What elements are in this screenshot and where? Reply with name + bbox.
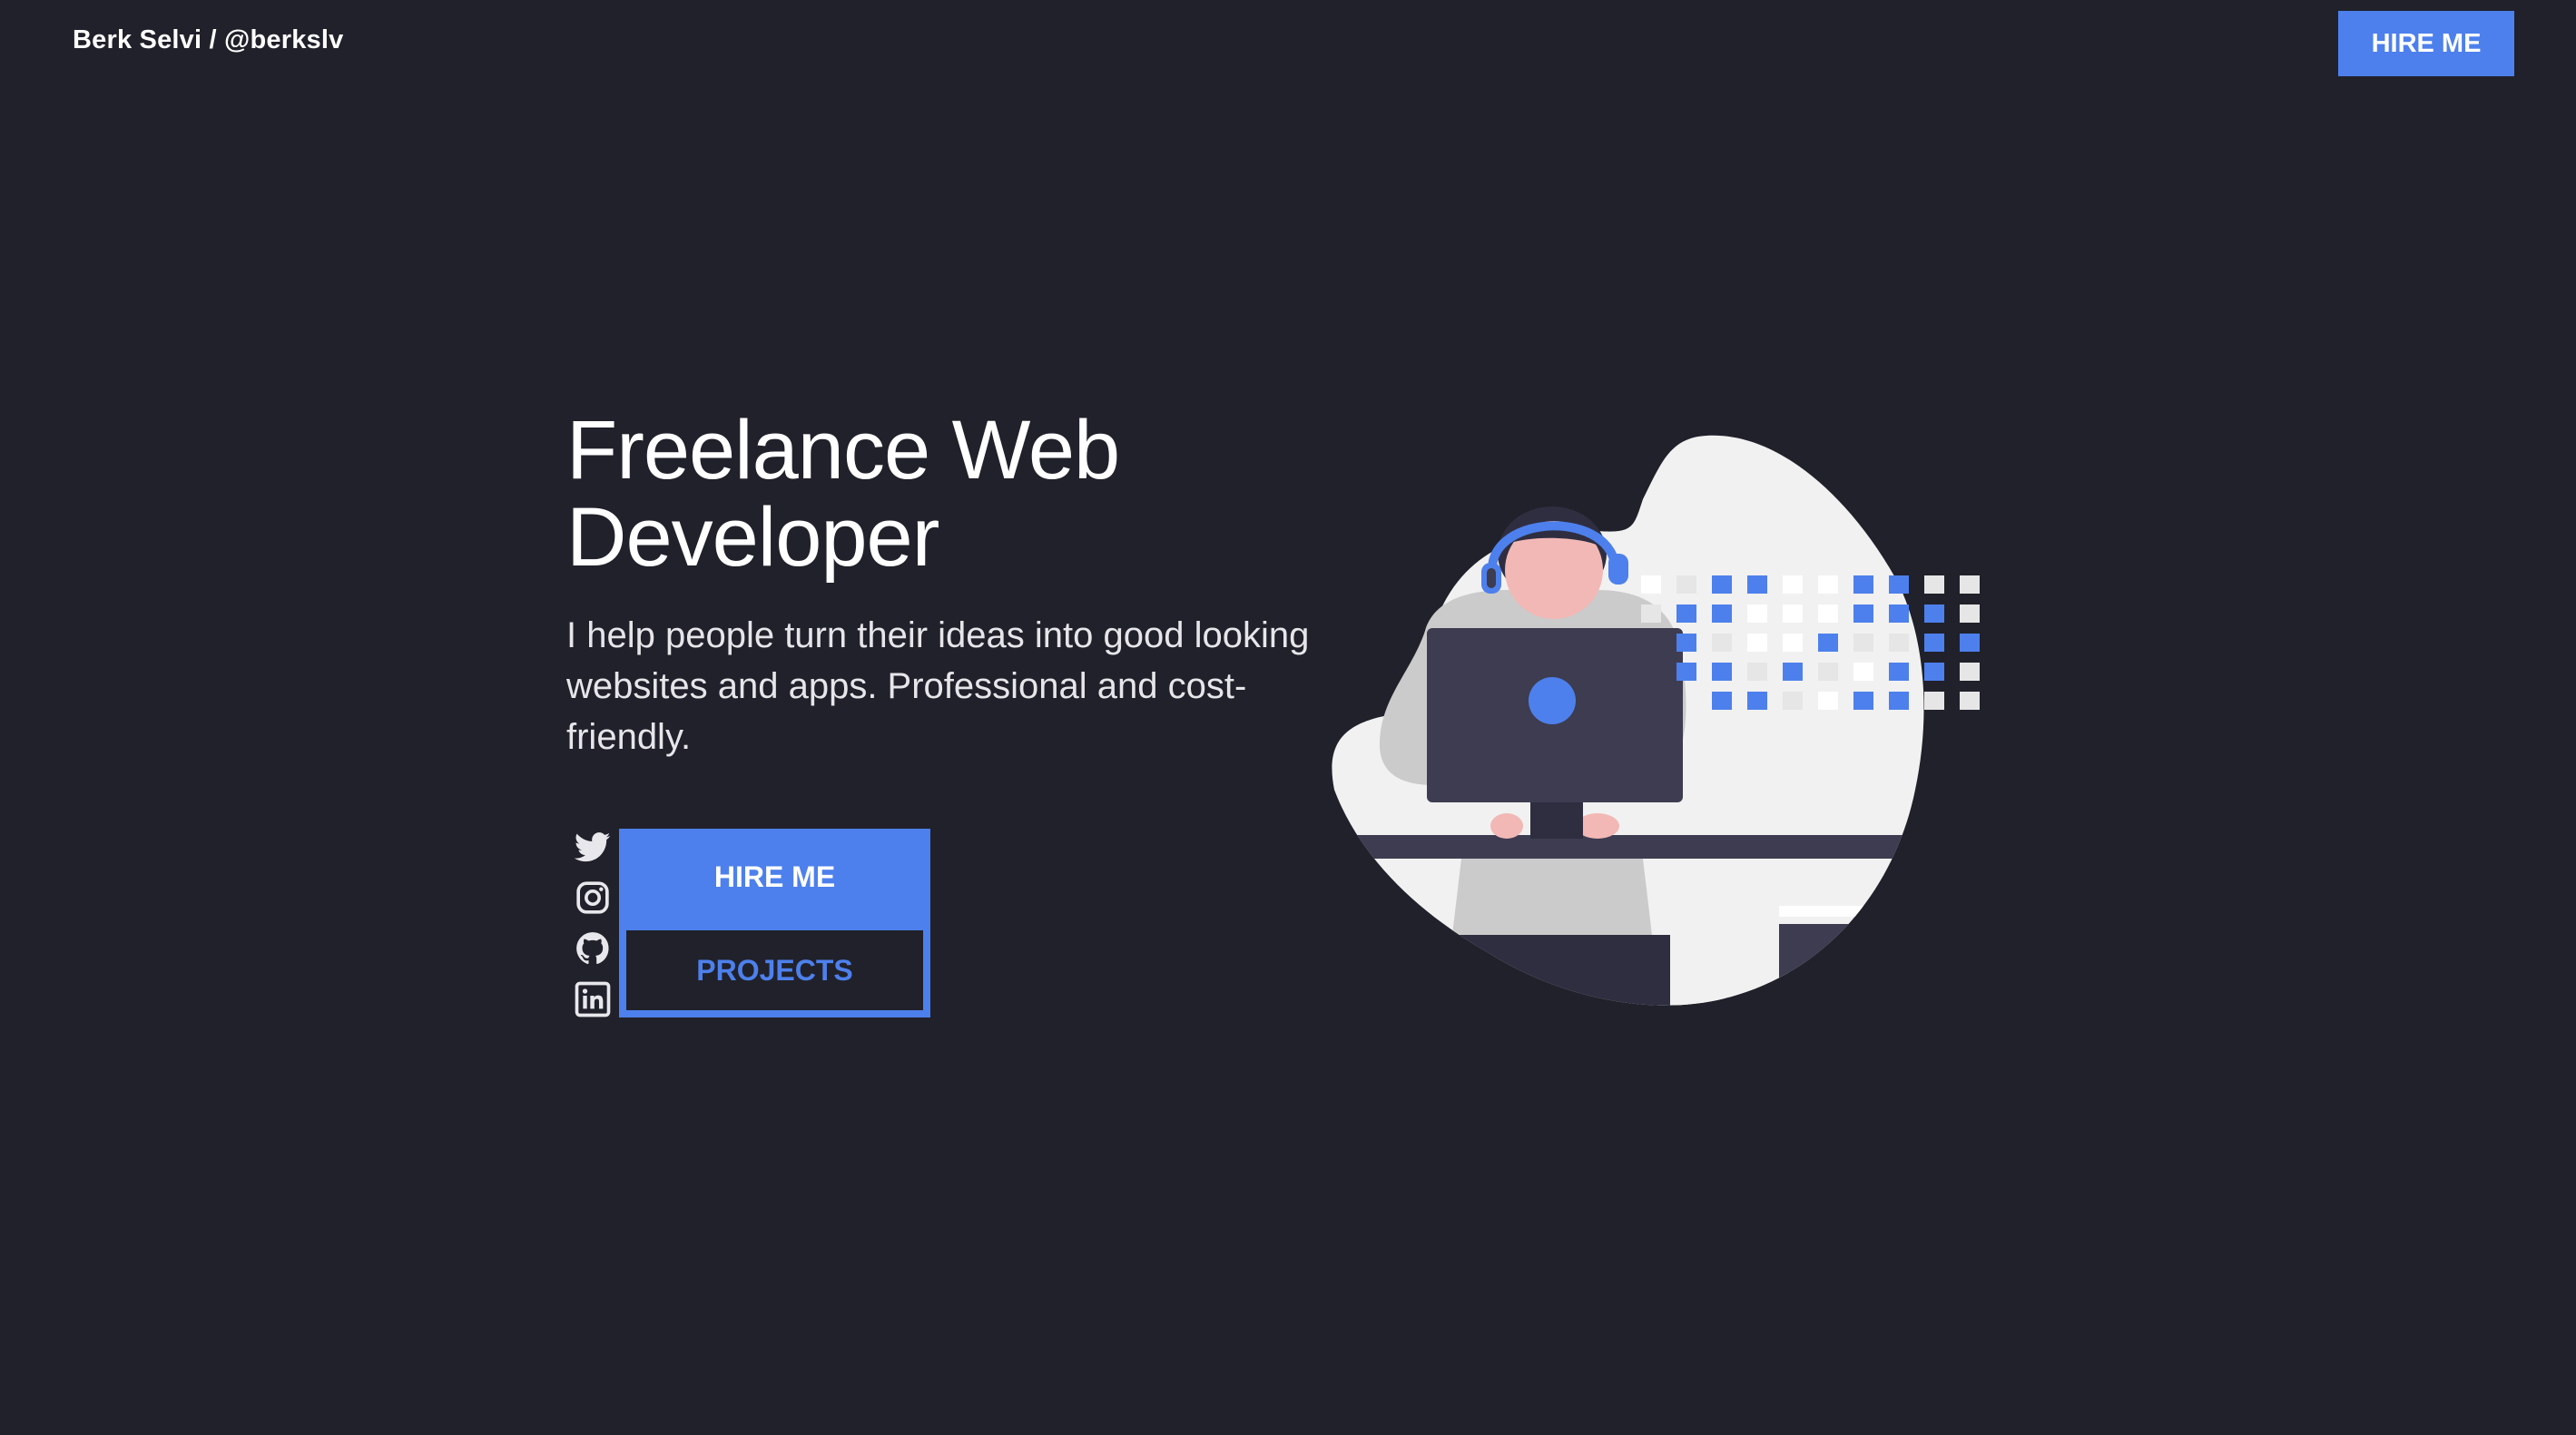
cta-group: HIRE ME PROJECTS — [619, 829, 930, 1017]
hero-title-line-2: Developer — [566, 491, 939, 584]
instagram-icon — [576, 881, 609, 914]
projects-button[interactable]: PROJECTS — [626, 930, 923, 1010]
twitter-icon — [575, 832, 611, 862]
twitter-link[interactable] — [574, 828, 612, 866]
github-icon — [576, 932, 609, 965]
nav-hire-me-button[interactable]: HIRE ME — [2338, 11, 2514, 76]
hero-description: I help people turn their ideas into good… — [566, 615, 1310, 757]
social-links — [574, 828, 612, 1031]
hero-hire-me-button[interactable]: HIRE ME — [619, 829, 930, 925]
linkedin-icon — [575, 981, 611, 1017]
linkedin-link[interactable] — [574, 980, 612, 1018]
instagram-link[interactable] — [574, 879, 612, 917]
landing-page: Berk Selvi / @berkslv HIRE ME Freelance … — [0, 0, 2576, 1435]
github-link[interactable] — [574, 929, 612, 968]
hero-title-line-1: Freelance Web — [566, 404, 1120, 496]
hero-title: Freelance Web Developer — [566, 404, 1120, 584]
developer-illustration — [1332, 435, 1980, 1006]
monitor-logo — [1529, 677, 1576, 724]
site-brand[interactable]: Berk Selvi / @berkslv — [73, 25, 343, 55]
